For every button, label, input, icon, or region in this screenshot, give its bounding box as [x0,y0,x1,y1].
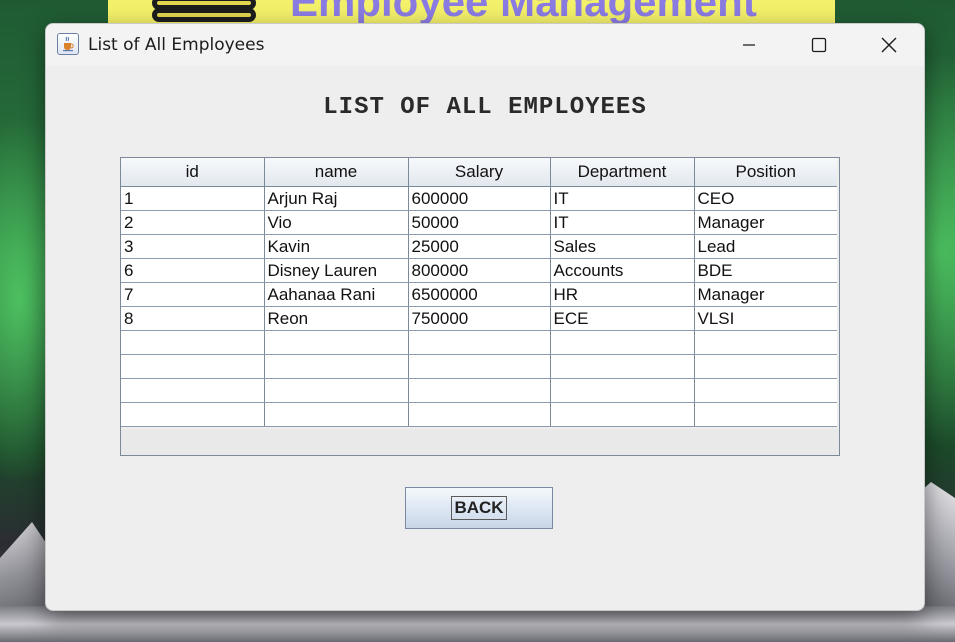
close-icon [881,37,897,53]
cell-position[interactable]: Manager [694,282,837,307]
banner-logo-icon [152,0,256,24]
column-header-name[interactable]: name [264,158,409,187]
cell-id[interactable]: 6 [121,258,265,283]
cell-id[interactable]: 8 [121,306,265,331]
cell-name[interactable]: Disney Lauren [264,258,409,283]
cell-id[interactable]: 1 [121,186,265,211]
cell-salary[interactable]: 50000 [408,210,551,235]
cell-department[interactable]: IT [550,186,695,211]
cell-department[interactable] [550,354,695,379]
cell-name[interactable]: Reon [264,306,409,331]
cell-department[interactable] [550,402,695,427]
cell-position[interactable]: Lead [694,234,837,259]
cell-position[interactable] [694,402,837,427]
cell-department[interactable]: Accounts [550,258,695,283]
minimize-icon [743,44,755,46]
page-heading: LIST OF ALL EMPLOYEES [323,94,647,121]
cell-salary[interactable]: 6500000 [408,282,551,307]
cell-department[interactable]: Sales [550,234,695,259]
cell-id[interactable] [121,354,265,379]
table-row-empty[interactable] [121,330,837,355]
cell-salary[interactable] [408,330,551,355]
cell-id[interactable] [121,402,265,427]
table-row[interactable]: 2 Vio 50000 IT Manager [121,210,837,235]
cell-position[interactable] [694,330,837,355]
table-row[interactable]: 1 Arjun Raj 600000 IT CEO [121,186,837,211]
column-header-id[interactable]: id [121,158,265,187]
cell-position[interactable]: CEO [694,186,837,211]
maximize-button[interactable] [784,24,854,66]
cell-salary[interactable]: 600000 [408,186,551,211]
table-row[interactable]: 6 Disney Lauren 800000 Accounts BDE [121,258,837,283]
cell-name[interactable] [264,330,409,355]
back-button-label: BACK [451,496,507,520]
table-viewport-empty-area [121,429,839,455]
cell-position[interactable]: Manager [694,210,837,235]
cell-position[interactable] [694,378,837,403]
employees-window: List of All Employees LIST OF ALL EMPLOY… [45,23,925,611]
table-header-row: id name Salary Department Position [121,158,837,187]
column-header-salary[interactable]: Salary [408,158,551,187]
minimize-button[interactable] [714,24,784,66]
table-row[interactable]: 3 Kavin 25000 Sales Lead [121,234,837,259]
cell-department[interactable] [550,378,695,403]
mountain-bottom [0,606,955,642]
cell-salary[interactable]: 750000 [408,306,551,331]
cell-department[interactable]: ECE [550,306,695,331]
java-cup-icon [57,33,79,55]
cell-name[interactable]: Vio [264,210,409,235]
window-title: List of All Employees [88,35,265,55]
table-row[interactable]: 8 Reon 750000 ECE VLSI [121,306,837,331]
cell-position[interactable]: BDE [694,258,837,283]
table-row-empty[interactable] [121,378,837,403]
employees-table[interactable]: id name Salary Department Position 1 Arj… [120,157,840,456]
cell-position[interactable]: VLSI [694,306,837,331]
table-row-empty[interactable] [121,354,837,379]
cell-name[interactable]: Kavin [264,234,409,259]
cell-id[interactable]: 2 [121,210,265,235]
cell-salary[interactable]: 25000 [408,234,551,259]
cell-salary[interactable] [408,354,551,379]
close-button[interactable] [854,24,924,66]
title-bar[interactable]: List of All Employees [46,24,924,66]
cell-id[interactable] [121,378,265,403]
cell-id[interactable]: 3 [121,234,265,259]
cell-id[interactable]: 7 [121,282,265,307]
cell-name[interactable] [264,354,409,379]
cell-position[interactable] [694,354,837,379]
cell-name[interactable] [264,402,409,427]
cell-name[interactable]: Arjun Raj [264,186,409,211]
table-row[interactable]: 7 Aahanaa Rani 6500000 HR Manager [121,282,837,307]
cell-department[interactable] [550,330,695,355]
cell-name[interactable]: Aahanaa Rani [264,282,409,307]
cell-salary[interactable] [408,402,551,427]
cell-salary[interactable]: 800000 [408,258,551,283]
cell-name[interactable] [264,378,409,403]
column-header-department[interactable]: Department [550,158,695,187]
cell-department[interactable]: IT [550,210,695,235]
column-header-position[interactable]: Position [694,158,837,187]
back-button[interactable]: BACK [405,487,553,529]
cell-department[interactable]: HR [550,282,695,307]
maximize-icon [811,37,827,53]
table-row-empty[interactable] [121,402,837,427]
cell-salary[interactable] [408,378,551,403]
cell-id[interactable] [121,330,265,355]
